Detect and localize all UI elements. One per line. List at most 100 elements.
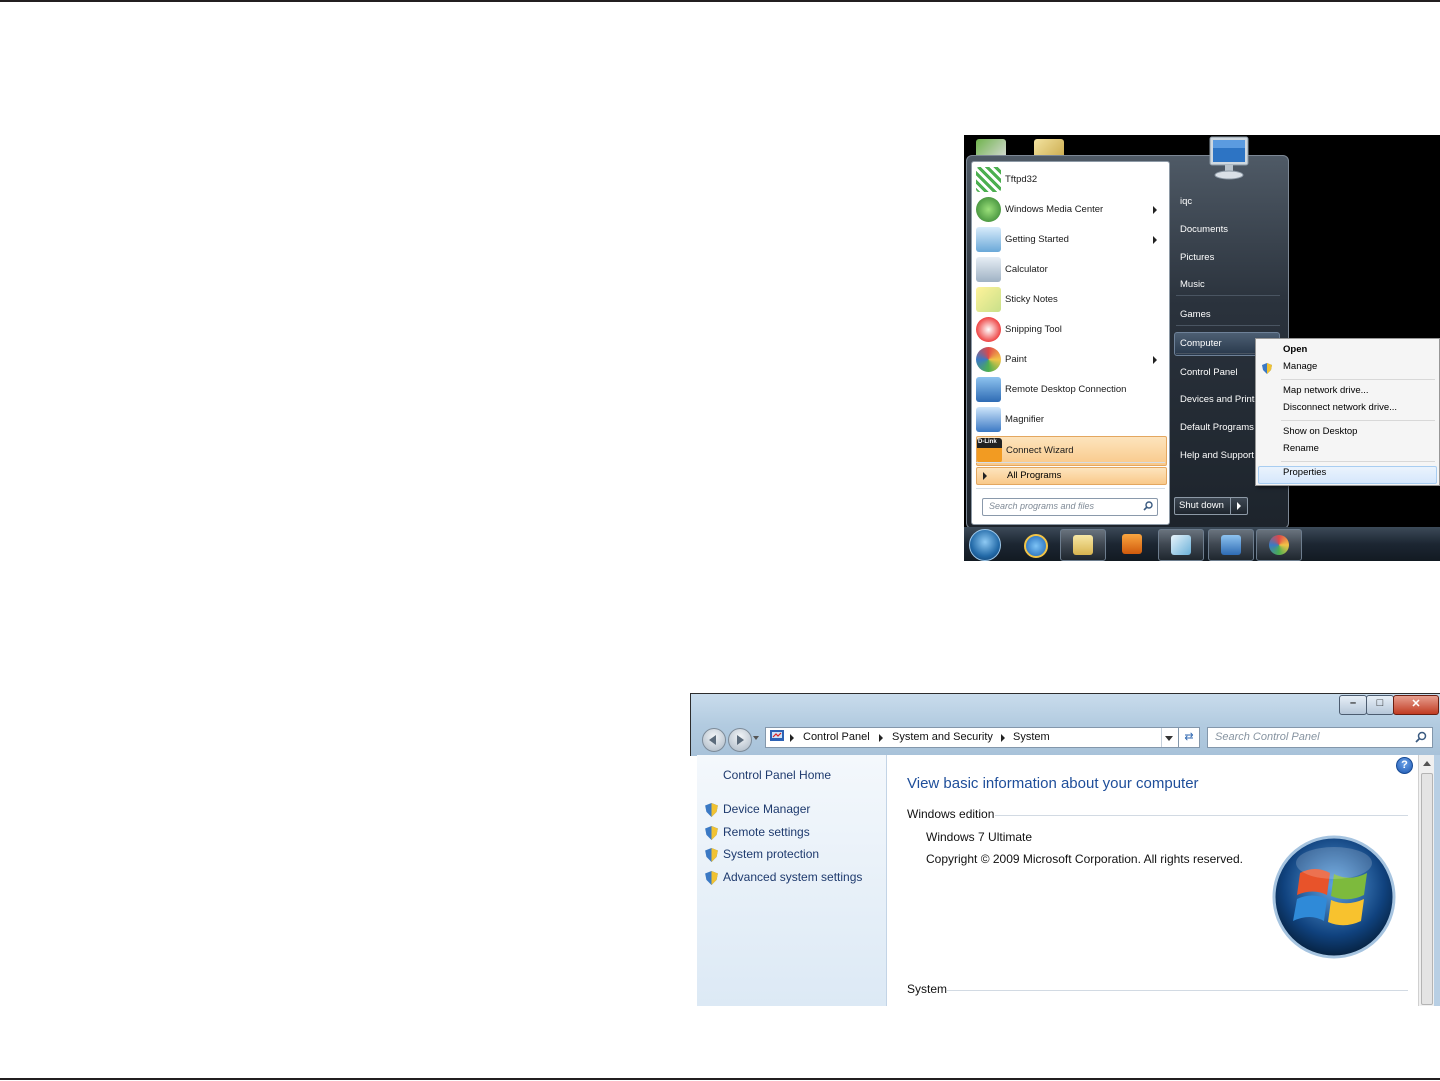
media-player-icon [1122, 534, 1142, 554]
task-pane: Control Panel Home Device Manager Remote … [697, 755, 887, 1006]
taskbar [964, 527, 1440, 561]
divider [995, 815, 1408, 816]
program-label: Sticky Notes [1005, 294, 1058, 305]
paint-icon [1269, 535, 1289, 555]
file-explorer-icon [1073, 535, 1093, 555]
dlink-icon: D-Link [977, 438, 1002, 463]
taskbar-notepad[interactable] [1158, 529, 1204, 561]
program-snipping-tool[interactable]: Snipping Tool [976, 316, 1165, 344]
start-link-pictures[interactable]: Pictures [1180, 252, 1214, 263]
refresh-button[interactable]: ⇄ [1178, 727, 1200, 748]
scrollbar-thumb[interactable] [1421, 773, 1433, 1005]
breadcrumb-system[interactable]: System [1013, 731, 1050, 743]
start-link-games[interactable]: Games [1180, 309, 1211, 320]
program-paint[interactable]: Paint [976, 346, 1165, 374]
program-calculator[interactable]: Calculator [976, 256, 1165, 284]
context-manage[interactable]: Manage [1283, 361, 1317, 372]
context-properties[interactable]: Properties [1283, 467, 1326, 478]
system-main-panel: ? View basic information about your comp… [887, 755, 1418, 1006]
page-bottom-rule [0, 1078, 1440, 1080]
start-link-control-panel[interactable]: Control Panel [1180, 367, 1238, 378]
start-link-label: Default Programs [1180, 422, 1254, 433]
side-link-system-protection[interactable]: System protection [723, 847, 819, 861]
shut-down-label: Shut down [1179, 500, 1224, 511]
scroll-up-arrow-icon[interactable] [1423, 761, 1431, 766]
program-label: Remote Desktop Connection [1005, 384, 1127, 395]
address-bar[interactable]: Control Panel System and Security System [765, 727, 1186, 748]
search-icon[interactable] [1143, 501, 1153, 511]
program-windows-media-center[interactable]: Windows Media Center [976, 196, 1165, 224]
shut-down-options-arrow-icon[interactable] [1237, 502, 1241, 510]
maximize-button[interactable]: □ [1366, 695, 1394, 715]
recent-pages-dropdown-icon[interactable] [753, 736, 759, 740]
program-tftpd32[interactable]: Tftpd32 [976, 166, 1165, 194]
shut-down-button[interactable]: Shut down [1174, 497, 1248, 515]
program-label: Snipping Tool [1005, 324, 1062, 335]
start-link-label: iqc [1180, 196, 1193, 207]
close-button[interactable]: ✕ [1393, 695, 1439, 715]
submenu-arrow-icon[interactable] [1153, 206, 1157, 214]
tftpd32-icon [976, 167, 1001, 192]
magnifier-icon [976, 407, 1001, 432]
notepad-icon [1171, 535, 1191, 555]
system-heading: System [907, 982, 948, 996]
search-control-panel-input[interactable]: Search Control Panel [1207, 727, 1433, 748]
all-programs-label: All Programs [1007, 470, 1062, 481]
start-link-help-and-support[interactable]: Help and Support [1180, 450, 1254, 461]
uac-shield-icon [705, 848, 718, 862]
context-disconnect-network-drive[interactable]: Disconnect network drive... [1283, 402, 1397, 413]
breadcrumb-system-and-security[interactable]: System and Security [892, 731, 993, 743]
dlink-logo-text: D-Link [978, 439, 997, 445]
side-link-device-manager[interactable]: Device Manager [723, 802, 810, 816]
vertical-scrollbar[interactable] [1418, 755, 1435, 1006]
address-history-dropdown[interactable] [1161, 728, 1176, 747]
start-orb-button[interactable] [969, 529, 1001, 561]
submenu-arrow-icon[interactable] [1153, 236, 1157, 244]
start-link-iqc[interactable]: iqc [1180, 196, 1192, 207]
windows-logo [1272, 835, 1396, 959]
side-link-advanced-system-settings[interactable]: Advanced system settings [723, 870, 862, 884]
caption-buttons: – □ ✕ [1339, 695, 1439, 715]
context-show-on-desktop[interactable]: Show on Desktop [1283, 426, 1357, 437]
taskbar-media-player[interactable] [1110, 529, 1154, 559]
program-label: Getting Started [1005, 234, 1069, 245]
breadcrumb-separator-icon [790, 734, 794, 742]
breadcrumb-separator-icon [1001, 734, 1005, 742]
program-getting-started[interactable]: Getting Started [976, 226, 1165, 254]
program-remote-desktop[interactable]: Remote Desktop Connection [976, 376, 1165, 404]
back-button[interactable] [702, 728, 726, 752]
context-rename[interactable]: Rename [1283, 443, 1319, 454]
remote-desktop-icon [1221, 535, 1241, 555]
minimize-button[interactable]: – [1339, 695, 1367, 715]
divider [947, 990, 1408, 991]
start-link-music[interactable]: Music [1180, 279, 1205, 290]
all-programs-button[interactable]: All Programs [976, 467, 1167, 485]
start-link-documents[interactable]: Documents [1180, 224, 1228, 235]
windows-edition-value: Windows 7 Ultimate [926, 830, 1033, 844]
search-programs-input[interactable]: Search programs and files [982, 498, 1158, 516]
windows-edition-heading: Windows edition [907, 807, 995, 821]
taskbar-remote-desktop[interactable] [1208, 529, 1254, 561]
start-link-label: Control Panel [1180, 367, 1238, 378]
context-open[interactable]: Open [1283, 344, 1307, 355]
context-map-network-drive[interactable]: Map network drive... [1283, 385, 1369, 396]
back-arrow-icon [709, 735, 716, 745]
program-sticky-notes[interactable]: Sticky Notes [976, 286, 1165, 314]
start-link-label: Help and Support [1180, 450, 1254, 461]
forward-button[interactable] [728, 728, 752, 752]
paint-icon [976, 347, 1001, 372]
help-icon[interactable]: ? [1396, 757, 1413, 774]
window-frame-edge [1434, 755, 1440, 1006]
start-link-default-programs[interactable]: Default Programs [1180, 422, 1254, 433]
program-magnifier[interactable]: Magnifier [976, 406, 1165, 434]
submenu-arrow-icon[interactable] [1153, 356, 1157, 364]
taskbar-paint[interactable] [1256, 529, 1302, 561]
taskbar-file-explorer[interactable] [1060, 529, 1106, 561]
control-panel-home-link[interactable]: Control Panel Home [723, 768, 831, 782]
breadcrumb-control-panel[interactable]: Control Panel [803, 731, 870, 743]
uac-shield-icon [1262, 363, 1272, 374]
taskbar-internet-explorer[interactable] [1012, 529, 1056, 559]
side-link-remote-settings[interactable]: Remote settings [723, 825, 810, 839]
windows-media-center-icon [976, 197, 1001, 222]
search-icon[interactable] [1415, 731, 1427, 743]
